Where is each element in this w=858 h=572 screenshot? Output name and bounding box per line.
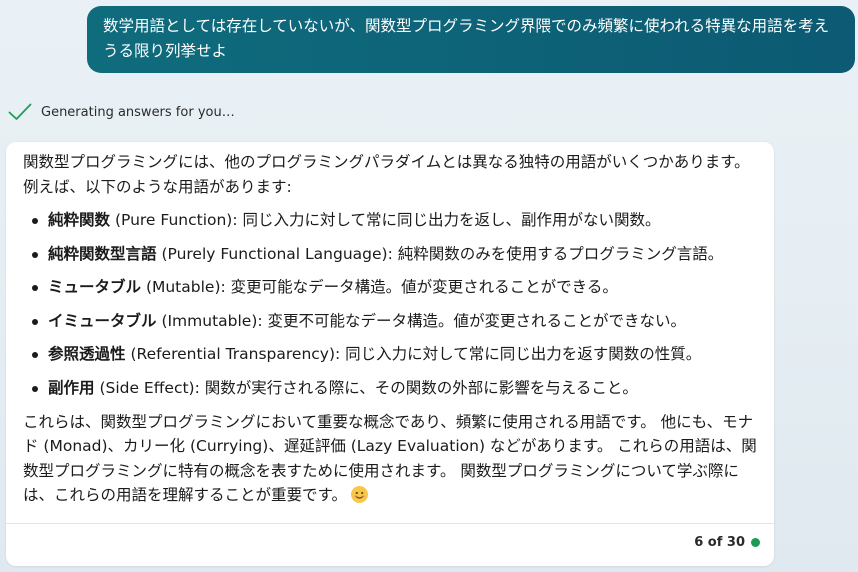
- term-description: (Pure Function): 同じ入力に対して常に同じ出力を返し、副作用がな…: [110, 211, 661, 229]
- term-description: (Side Effect): 関数が実行される際に、その関数の外部に影響を与える…: [94, 378, 638, 397]
- term-list: 純粋関数 (Pure Function): 同じ入力に対して常に同じ出力を返し、…: [23, 208, 757, 400]
- answer-intro: 関数型プログラミングには、他のプログラミングパラダイムとは異なる独特の用語がいく…: [23, 153, 750, 196]
- status-dot-icon: [751, 538, 760, 547]
- answer-card: 関数型プログラミングには、他のプログラミングパラダイムとは異なる独特の用語がいく…: [6, 142, 774, 566]
- term-name: イミュータブル: [48, 311, 157, 330]
- term-description: (Referential Transparency): 同じ入力に対して常に同じ…: [125, 345, 702, 364]
- status-row: Generating answers for you…: [8, 99, 235, 125]
- term-item-side-effect: 副作用 (Side Effect): 関数が実行される際に、その関数の外部に影響…: [32, 376, 757, 400]
- term-item-immutable: イミュータブル (Immutable): 変更不可能なデータ構造。値が変更される…: [32, 309, 757, 333]
- term-item-pure-function: 純粋関数 (Pure Function): 同じ入力に対して常に同じ出力を返し、…: [32, 208, 757, 232]
- term-name: 副作用: [48, 378, 95, 397]
- term-item-referential-transparency: 参照透過性 (Referential Transparency): 同じ入力に対…: [32, 342, 757, 366]
- card-footer-divider: [6, 523, 774, 524]
- check-icon: [8, 103, 32, 121]
- user-message-text: 数学用語としては存在していないが、関数型プログラミング界隈でのみ頻繁に使われる特…: [103, 17, 830, 60]
- term-name: ミュータブル: [48, 278, 142, 297]
- response-counter: 6 of 30: [694, 535, 760, 550]
- user-message-bubble: 数学用語としては存在していないが、関数型プログラミング界隈でのみ頻繁に使われる特…: [87, 6, 855, 73]
- answer-closing: これらは、関数型プログラミングにおいて重要な概念であり、頻繁に使用される用語です…: [23, 410, 757, 508]
- term-name: 参照透過性: [48, 345, 126, 364]
- term-name: 純粋関数型言語: [48, 244, 157, 263]
- term-description: (Mutable): 変更可能なデータ構造。値が変更されることができる。: [141, 278, 618, 297]
- answer-body: 関数型プログラミングには、他のプログラミングパラダイムとは異なる独特の用語がいく…: [23, 150, 757, 508]
- term-item-purely-functional-language: 純粋関数型言語 (Purely Functional Language): 純粋…: [32, 242, 757, 266]
- response-counter-label: 6 of 30: [694, 535, 745, 550]
- smiling-face-emoji-icon: [350, 486, 368, 504]
- term-item-mutable: ミュータブル (Mutable): 変更可能なデータ構造。値が変更されることがで…: [32, 275, 757, 299]
- answer-closing-text: これらは、関数型プログラミングにおいて重要な概念であり、頻繁に使用される用語です…: [23, 412, 757, 505]
- status-text: Generating answers for you…: [41, 104, 235, 120]
- term-description: (Immutable): 変更不可能なデータ構造。値が変更されることができない。: [156, 311, 687, 330]
- term-name: 純粋関数: [48, 211, 111, 229]
- term-description: (Purely Functional Language): 純粋関数のみを使用す…: [156, 244, 724, 263]
